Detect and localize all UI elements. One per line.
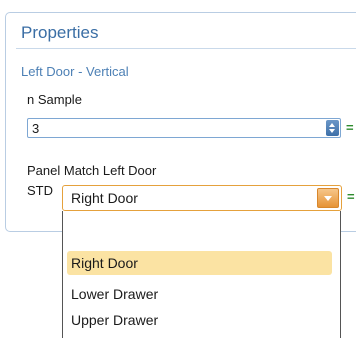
panel-match-prefix: STD	[27, 183, 53, 198]
title-divider	[16, 48, 356, 49]
dropdown-option-right-door[interactable]: Right Door	[67, 251, 332, 275]
panel-title: Properties	[21, 23, 99, 42]
spin-up-icon[interactable]	[329, 123, 335, 127]
panel-subtitle: Left Door - Vertical	[21, 64, 129, 79]
dropdown-button[interactable]	[317, 188, 339, 208]
panel-match-label: Panel Match Left Door	[27, 163, 157, 178]
panel-match-equals-indicator: =	[347, 189, 355, 204]
dropdown-option-lower-drawer[interactable]: Lower Drawer	[67, 282, 332, 306]
n-sample-label: n Sample	[27, 92, 82, 107]
spinner-buttons[interactable]	[326, 120, 339, 136]
dropdown-option-upper-drawer[interactable]: Upper Drawer	[67, 308, 332, 332]
n-sample-equals-indicator: =	[346, 120, 354, 135]
n-sample-spinner[interactable]: 3	[27, 118, 341, 138]
chevron-down-icon[interactable]	[324, 196, 332, 201]
dropdown-list[interactable]: Right Door Lower Drawer Upper Drawer	[62, 211, 341, 338]
panel-match-combobox[interactable]: Right Door	[62, 185, 342, 211]
combo-selected-value[interactable]: Right Door	[71, 190, 138, 206]
n-sample-value[interactable]: 3	[32, 121, 39, 136]
spin-down-icon[interactable]	[329, 129, 335, 133]
